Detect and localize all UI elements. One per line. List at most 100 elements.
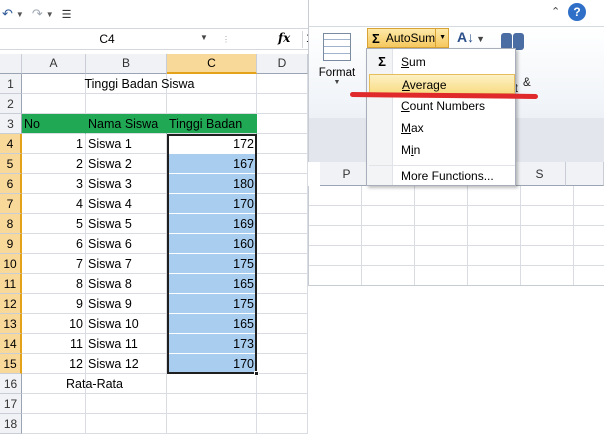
cell-nama-siswa[interactable]: Siswa 5 [86,214,167,234]
cell[interactable] [257,374,308,394]
cell-nama-siswa[interactable]: Siswa 6 [86,234,167,254]
header-no[interactable]: No [22,114,86,134]
cell[interactable] [167,414,257,434]
row-header[interactable]: 17 [0,394,22,414]
cell[interactable] [257,174,308,194]
average-label[interactable]: Rata-Rata [22,374,167,394]
column-header-b[interactable]: B [86,54,167,74]
cell-no[interactable]: 11 [22,334,86,354]
cell[interactable] [86,414,167,434]
row-header[interactable]: 7 [0,194,22,214]
cell-no[interactable]: 2 [22,154,86,174]
autosum-dropdown-icon[interactable]: ▼ [435,29,449,47]
row-header[interactable]: 4 [0,134,22,154]
sort-filter-icon[interactable]: A↓ ▼ [457,29,485,45]
undo-icon[interactable]: ↶ [2,6,13,22]
cell-tinggi-badan[interactable]: 172 [167,134,257,154]
cell-nama-siswa[interactable]: Siswa 3 [86,174,167,194]
minimize-ribbon-icon[interactable]: ⌃ [551,5,560,18]
row-header[interactable]: 9 [0,234,22,254]
cell-no[interactable]: 9 [22,294,86,314]
row-header[interactable]: 6 [0,174,22,194]
cell[interactable] [257,134,308,154]
worksheet-grid-right[interactable] [308,186,604,286]
cell[interactable] [257,214,308,234]
cell-tinggi-badan[interactable]: 170 [167,194,257,214]
cell[interactable] [167,394,257,414]
cell-no[interactable]: 12 [22,354,86,374]
cell[interactable] [257,254,308,274]
row-header[interactable]: 15 [0,354,22,374]
cell-tinggi-badan[interactable]: 175 [167,294,257,314]
cell[interactable] [257,74,308,94]
cell[interactable] [257,114,308,134]
row-header[interactable]: 8 [0,214,22,234]
cell-tinggi-badan[interactable]: 167 [167,154,257,174]
cell-tinggi-badan[interactable]: 165 [167,314,257,334]
cell[interactable] [22,94,86,114]
cell[interactable] [22,394,86,414]
cell-nama-siswa[interactable]: Siswa 8 [86,274,167,294]
row-header[interactable]: 10 [0,254,22,274]
autosum-button[interactable]: Σ AutoSum ▼ [367,28,449,48]
menu-item-more-functions[interactable]: More Functions... [369,165,515,185]
cell-tinggi-badan[interactable]: 173 [167,334,257,354]
cell-no[interactable]: 8 [22,274,86,294]
customize-qat-icon[interactable]: ☰ [62,8,72,21]
cell-nama-siswa[interactable]: Siswa 7 [86,254,167,274]
undo-dropdown-icon[interactable]: ▼ [16,10,24,19]
formula-bar-grip[interactable]: ⋮ [222,35,231,44]
row-header[interactable]: 1 [0,74,22,94]
redo-icon[interactable]: ↷ [32,6,43,22]
cell-nama-siswa[interactable]: Siswa 2 [86,154,167,174]
column-header-d[interactable]: D [257,54,308,74]
column-header-s[interactable]: S [514,162,566,186]
cell-nama-siswa[interactable]: Siswa 9 [86,294,167,314]
cell[interactable] [167,94,257,114]
cell-no[interactable]: 6 [22,234,86,254]
row-header[interactable]: 2 [0,94,22,114]
cell-tinggi-badan[interactable]: 165 [167,274,257,294]
sheet-title[interactable]: Tinggi Badan Siswa [22,74,257,94]
cell[interactable] [257,234,308,254]
cell-nama-siswa[interactable]: Siswa 11 [86,334,167,354]
cell-tinggi-badan[interactable]: 175 [167,254,257,274]
cell-no[interactable]: 10 [22,314,86,334]
cell-no[interactable]: 1 [22,134,86,154]
header-tinggi-badan[interactable]: Tinggi Badan [167,114,257,134]
cell-tinggi-badan[interactable]: 170 [167,354,257,374]
menu-item-max[interactable]: Max [369,118,515,138]
cell[interactable] [257,334,308,354]
cell[interactable] [257,394,308,414]
name-box-dropdown-icon[interactable]: ▼ [200,33,208,42]
cell-nama-siswa[interactable]: Siswa 4 [86,194,167,214]
help-icon[interactable]: ? [568,3,586,21]
select-all-corner[interactable] [0,54,22,74]
cell[interactable] [257,94,308,114]
cell[interactable] [86,394,167,414]
row-header[interactable]: 12 [0,294,22,314]
name-box[interactable]: C4 [0,30,214,49]
cell[interactable] [22,414,86,434]
cell[interactable] [257,154,308,174]
cell-tinggi-badan[interactable]: 160 [167,234,257,254]
cell-tinggi-badan[interactable]: 180 [167,174,257,194]
cell-nama-siswa[interactable]: Siswa 1 [86,134,167,154]
column-header-t[interactable] [566,162,604,186]
cell-nama-siswa[interactable]: Siswa 10 [86,314,167,334]
cell-no[interactable]: 4 [22,194,86,214]
menu-item-count-numbers[interactable]: Count Numbers [369,96,515,116]
fill-handle[interactable] [254,371,259,376]
menu-item-average[interactable]: Average [369,74,515,94]
cell[interactable] [257,354,308,374]
column-header-c[interactable]: C [167,54,257,74]
row-header[interactable]: 3 [0,114,22,134]
cell-no[interactable]: 7 [22,254,86,274]
cell[interactable] [86,94,167,114]
cell-tinggi-badan[interactable]: 169 [167,214,257,234]
column-header-a[interactable]: A [22,54,86,74]
redo-dropdown-icon[interactable]: ▼ [46,10,54,19]
cell[interactable] [257,294,308,314]
row-header[interactable]: 16 [0,374,22,394]
cell-no[interactable]: 5 [22,214,86,234]
